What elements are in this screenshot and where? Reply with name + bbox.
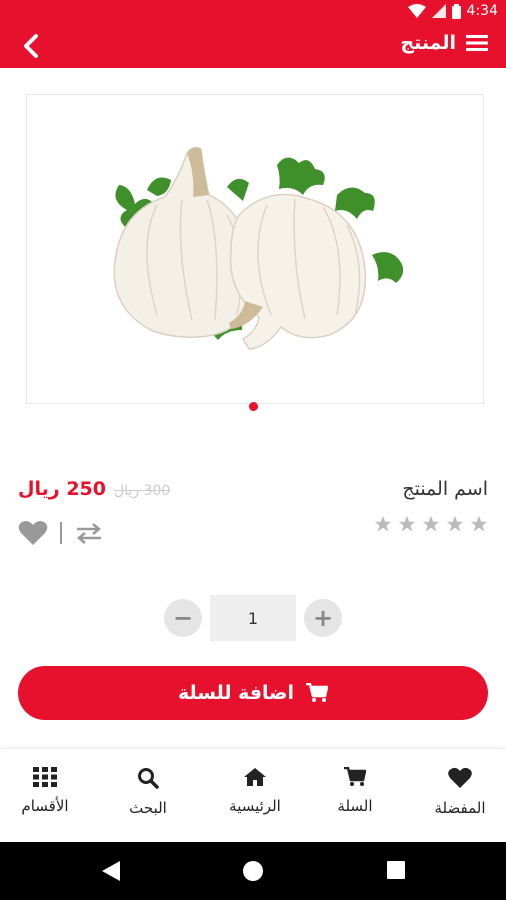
nav-label: السلة — [337, 797, 373, 815]
nav-item-cart[interactable]: السلة — [310, 767, 400, 815]
system-recents-icon[interactable] — [386, 860, 406, 880]
star-icon[interactable] — [398, 515, 416, 533]
nav-item-categories[interactable]: الأقسام — [0, 767, 90, 815]
system-home-icon[interactable] — [242, 860, 264, 882]
grid-icon — [33, 767, 57, 787]
cart-icon — [306, 683, 329, 702]
nav-item-home[interactable]: الرئيسية — [210, 767, 300, 815]
quantity-stepper: − + — [164, 595, 342, 641]
decrease-quantity-button[interactable]: − — [164, 599, 202, 637]
search-icon — [138, 768, 159, 789]
product-image-card[interactable] — [26, 94, 484, 404]
nav-label: الأقسام — [21, 797, 69, 815]
status-icons: 4:34 — [407, 3, 498, 19]
action-divider — [60, 522, 62, 544]
product-name: اسم المنتج — [402, 478, 488, 500]
home-icon — [244, 768, 266, 786]
image-pager-dot[interactable] — [249, 402, 258, 411]
nav-label: الرئيسية — [229, 797, 281, 815]
nav-label: البحث — [129, 799, 167, 817]
nav-label: المفضلة — [434, 799, 486, 817]
battery-icon — [451, 3, 461, 19]
favorite-heart-icon[interactable] — [18, 520, 48, 546]
menu-icon[interactable] — [466, 33, 488, 53]
compare-arrows-icon[interactable] — [74, 522, 104, 544]
cart-icon — [344, 767, 366, 786]
star-icon[interactable] — [446, 515, 464, 533]
system-navigation-bar — [0, 842, 506, 900]
quantity-input[interactable] — [210, 595, 296, 641]
increase-quantity-button[interactable]: + — [304, 599, 342, 637]
product-actions — [18, 520, 104, 546]
app-title-group: المنتج — [400, 32, 488, 54]
page-title: المنتج — [400, 32, 456, 54]
status-bar: 4:34 — [0, 0, 506, 24]
system-back-icon[interactable] — [100, 860, 122, 882]
star-icon[interactable] — [422, 515, 440, 533]
back-chevron-icon[interactable] — [18, 32, 46, 60]
add-to-cart-button[interactable]: اضافة للسلة — [18, 666, 488, 720]
add-to-cart-label: اضافة للسلة — [177, 682, 295, 704]
heart-icon — [448, 767, 472, 788]
rating-stars[interactable] — [374, 515, 488, 533]
app-bar: المنتج — [0, 24, 506, 68]
star-icon[interactable] — [470, 515, 488, 533]
wifi-icon — [407, 4, 426, 18]
old-price: 300 ريال — [113, 483, 171, 499]
product-image — [113, 146, 404, 350]
nav-item-search[interactable]: البحث — [103, 767, 193, 817]
star-icon[interactable] — [374, 515, 392, 533]
nav-item-favorites[interactable]: المفضلة — [415, 767, 505, 817]
status-time: 4:34 — [466, 3, 498, 19]
price-group: 250 ريال 300 ريال — [18, 478, 170, 500]
signal-icon — [431, 4, 446, 18]
bottom-navigation: المفضلة السلة الرئيسية البحث الأقسام — [0, 748, 506, 842]
current-price: 250 ريال — [18, 478, 106, 500]
